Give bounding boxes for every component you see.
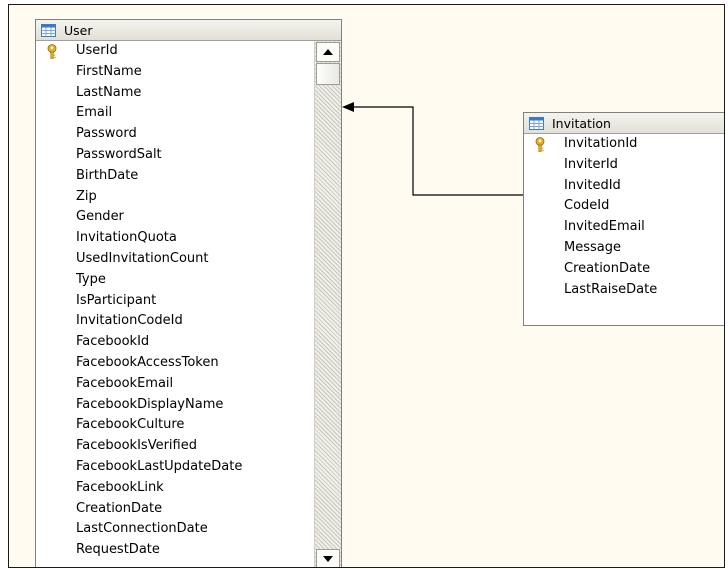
column-name: LastConnectionDate <box>76 521 208 537</box>
column-name: Zip <box>76 188 97 204</box>
column-name: Type <box>76 271 106 287</box>
column-row[interactable]: Gender <box>36 207 341 228</box>
column-row[interactable]: BirthDate <box>36 166 341 187</box>
column-row[interactable]: LastRaiseDate <box>524 280 724 301</box>
key-icon <box>47 44 57 59</box>
column-name: FacebookId <box>76 334 150 350</box>
column-name: FirstName <box>76 63 142 79</box>
column-name: CreationDate <box>564 260 651 276</box>
column-name: UserId <box>76 43 118 58</box>
table-grid-icon <box>41 23 56 37</box>
column-row[interactable]: LastConnectionDate <box>36 519 341 540</box>
column-name: FacebookIsVerified <box>76 438 197 454</box>
column-row[interactable]: RequestDate <box>36 540 341 561</box>
column-row[interactable]: CreationDate <box>36 499 341 520</box>
column-name: LastName <box>76 84 142 100</box>
key-icon <box>535 137 545 152</box>
column-name: InviterId <box>564 156 618 172</box>
column-row[interactable]: Password <box>36 124 341 145</box>
column-name: IsParticipant <box>76 292 157 308</box>
column-row[interactable]: FacebookLink <box>36 478 341 499</box>
diagram-canvas[interactable]: User UserId FirstName LastName Email Passwor… <box>8 4 725 568</box>
user-column-list[interactable]: UserId FirstName LastName Email Password Pass… <box>36 41 341 567</box>
column-name: FacebookEmail <box>76 375 174 391</box>
column-name: FacebookDisplayName <box>76 396 224 412</box>
scroll-up-button[interactable] <box>316 42 340 62</box>
invitation-table-title: Invitation <box>552 115 611 131</box>
column-row[interactable]: FirstName <box>36 62 341 83</box>
scroll-down-button[interactable] <box>316 549 340 567</box>
column-row[interactable]: Type <box>36 270 341 291</box>
column-row[interactable]: CreationDate <box>524 259 724 280</box>
table-grid-icon <box>529 116 544 130</box>
column-name: Password <box>76 126 137 142</box>
user-table-title: User <box>64 22 93 38</box>
arrow-up-icon <box>323 49 333 55</box>
column-row[interactable]: FacebookEmail <box>36 374 341 395</box>
scrollbar-thumb[interactable] <box>316 63 340 85</box>
column-row[interactable]: Email <box>36 103 341 124</box>
column-row[interactable]: FacebookId <box>36 332 341 353</box>
column-row[interactable]: PasswordSalt <box>36 145 341 166</box>
column-row[interactable]: FacebookIsVerified <box>36 436 341 457</box>
column-name: CreationDate <box>76 500 163 516</box>
column-row[interactable]: UsedInvitationCount <box>36 249 341 270</box>
column-name: PasswordSalt <box>76 146 162 162</box>
column-name: UsedInvitationCount <box>76 250 209 266</box>
column-row[interactable]: InvitedId <box>524 176 724 197</box>
invitation-table-header[interactable]: Invitation <box>524 113 724 134</box>
column-name: Email <box>76 105 113 121</box>
column-name: InvitationId <box>564 136 638 151</box>
invitation-column-list[interactable]: InvitationId InviterId InvitedId CodeId Invi… <box>524 134 724 325</box>
invitation-table[interactable]: Invitation InvitationId InviterId InvitedI… <box>523 112 724 326</box>
column-row[interactable]: LastName <box>36 83 341 104</box>
relationship-arrow-icon <box>342 102 354 112</box>
column-name: InvitationQuota <box>76 230 177 246</box>
column-row[interactable]: Message <box>524 238 724 259</box>
column-name: LastRaiseDate <box>564 281 658 297</box>
column-row[interactable]: InvitationId <box>524 134 724 155</box>
column-row[interactable]: FacebookDisplayName <box>36 395 341 416</box>
column-name: RequestDate <box>76 542 160 558</box>
column-row[interactable]: FacebookAccessToken <box>36 353 341 374</box>
column-name: InvitedEmail <box>564 219 645 235</box>
column-name: InvitationCodeId <box>76 313 183 329</box>
user-table-scrollbar[interactable] <box>314 41 341 567</box>
user-table[interactable]: User UserId FirstName LastName Email Passwor… <box>35 19 342 567</box>
column-name: BirthDate <box>76 167 139 183</box>
column-row[interactable]: CodeId <box>524 196 724 217</box>
column-name: FacebookLink <box>76 479 164 495</box>
column-row[interactable]: InvitationCodeId <box>36 311 341 332</box>
user-table-header[interactable]: User <box>36 20 341 41</box>
column-name: CodeId <box>564 198 610 214</box>
column-row[interactable]: InvitationQuota <box>36 228 341 249</box>
column-name: FacebookAccessToken <box>76 354 219 370</box>
column-name: FacebookCulture <box>76 417 185 433</box>
column-row[interactable]: FacebookCulture <box>36 415 341 436</box>
column-row[interactable]: UserId <box>36 41 341 62</box>
arrow-down-icon <box>323 556 333 562</box>
column-row[interactable]: Zip <box>36 187 341 208</box>
column-row[interactable]: InvitedEmail <box>524 217 724 238</box>
column-row[interactable]: IsParticipant <box>36 291 341 312</box>
column-row[interactable]: InviterId <box>524 155 724 176</box>
column-name: InvitedId <box>564 177 621 193</box>
column-row[interactable]: FacebookLastUpdateDate <box>36 457 341 478</box>
column-name: FacebookLastUpdateDate <box>76 458 243 474</box>
column-name: Gender <box>76 209 124 225</box>
column-name: Message <box>564 239 621 255</box>
